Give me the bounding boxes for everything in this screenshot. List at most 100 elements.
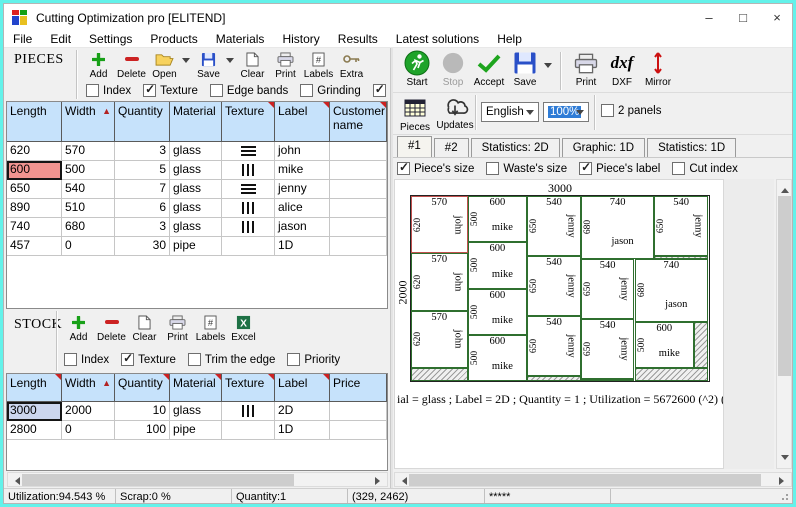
table-cell[interactable]: glass (170, 199, 222, 218)
table-cell[interactable]: 680 (62, 218, 115, 237)
table-cell[interactable]: 0 (62, 421, 115, 440)
table-cell[interactable] (222, 161, 275, 180)
cut-piece-mike[interactable]: 600500mike (468, 289, 528, 335)
column-header-texture[interactable]: Texture (222, 102, 275, 142)
table-cell[interactable] (330, 218, 387, 237)
table-cell[interactable]: glass (170, 161, 222, 180)
scrollbar-thumb[interactable] (409, 474, 761, 486)
table-cell[interactable]: glass (170, 218, 222, 237)
table-cell[interactable] (222, 180, 275, 199)
column-header-texture[interactable]: Texture (222, 374, 275, 402)
table-cell[interactable]: 510 (62, 199, 115, 218)
cut-piece-john[interactable]: 570620john (411, 311, 468, 368)
scroll-left-icon[interactable] (398, 477, 407, 485)
table-cell[interactable] (222, 237, 275, 256)
cut-piece-john[interactable]: 570620john (411, 253, 468, 310)
cut-piece-jenny[interactable]: 540650jenny (527, 316, 581, 376)
table-cell[interactable]: 2D (275, 402, 330, 421)
cut-piece-john[interactable]: 570620john (411, 196, 468, 253)
table-cell[interactable]: 3 (115, 142, 170, 161)
pieces-option-edge-bands[interactable]: Edge bands (210, 84, 288, 97)
table-cell[interactable]: 740 (7, 218, 62, 237)
accept-button[interactable]: Accept (471, 50, 507, 88)
table-cell[interactable]: pipe (170, 421, 222, 440)
stock-option-texture[interactable]: Texture (121, 353, 176, 366)
table-cell[interactable] (330, 199, 387, 218)
table-cell[interactable] (222, 142, 275, 161)
two-panels-option[interactable]: 2 panels (601, 104, 661, 117)
menu-help[interactable]: Help (488, 31, 531, 47)
tab-statistics-1d[interactable]: Statistics: 1D (647, 138, 736, 157)
stock-option-priority[interactable]: Priority (287, 353, 340, 366)
table-cell[interactable]: glass (170, 402, 222, 421)
cut-piece-jenny[interactable]: 540650jenny (527, 196, 581, 256)
menu-settings[interactable]: Settings (80, 31, 141, 47)
table-cell[interactable]: 570 (62, 142, 115, 161)
column-header-width[interactable]: Width▲ (62, 102, 115, 142)
column-header-material[interactable]: Material (170, 374, 222, 402)
pieces-option-index[interactable]: Index (86, 84, 131, 97)
solution-print-button[interactable]: Print (568, 50, 604, 88)
pieces-add-button[interactable]: Add (82, 50, 115, 80)
cut-piece-jenny[interactable]: 540650jenny (654, 196, 708, 256)
table-cell[interactable]: 0 (62, 237, 115, 256)
stock-clear-button[interactable]: Clear (128, 313, 161, 343)
solution-save-button[interactable]: Save (507, 50, 543, 88)
stock-print-button[interactable]: Print (161, 313, 194, 343)
table-cell[interactable]: 1D (275, 421, 330, 440)
resize-grip[interactable] (781, 491, 791, 501)
table-cell[interactable]: jason (275, 218, 330, 237)
table-cell[interactable] (330, 161, 387, 180)
table-cell[interactable]: 6 (115, 199, 170, 218)
column-header-length[interactable]: Length (7, 374, 62, 402)
pieces-option-texture[interactable]: Texture (143, 84, 198, 97)
table-cell[interactable]: 620 (7, 142, 62, 161)
zoom-select[interactable]: 100% (543, 102, 589, 122)
stock-option-index[interactable]: Index (64, 353, 109, 366)
cut-piece-mike[interactable]: 600500mike (468, 196, 528, 242)
pieces-delete-button[interactable]: Delete (115, 50, 148, 80)
maximize-button[interactable]: □ (726, 4, 760, 31)
language-select[interactable]: English (481, 102, 539, 122)
cut-piece-mike[interactable]: 600500mike (468, 335, 528, 381)
table-cell[interactable] (330, 180, 387, 199)
column-header-material[interactable]: Material (170, 102, 222, 142)
view-option-piece-label[interactable]: Piece's label (579, 162, 660, 175)
table-cell[interactable]: 30 (115, 237, 170, 256)
scroll-up-icon[interactable] (781, 184, 789, 193)
menu-history[interactable]: History (273, 31, 328, 47)
table-cell[interactable] (222, 199, 275, 218)
view-option-cut-index[interactable]: Cut index (672, 162, 738, 175)
table-cell[interactable]: alice (275, 199, 330, 218)
column-header-label[interactable]: Label (275, 374, 330, 402)
tab--1[interactable]: #1 (397, 136, 432, 157)
pieces-open-button[interactable]: Open (148, 50, 181, 80)
table-cell[interactable]: 457 (7, 237, 62, 256)
stop-button[interactable]: Stop (435, 50, 471, 88)
stock-option-trim-edge[interactable]: Trim the edge (188, 353, 276, 366)
pieces-option-grinding[interactable]: Grinding (300, 84, 360, 97)
table-cell[interactable]: 7 (115, 180, 170, 199)
column-header-width[interactable]: Width▲ (62, 374, 115, 402)
table-cell[interactable] (222, 218, 275, 237)
table-cell[interactable]: pipe (170, 237, 222, 256)
pieces-clear-button[interactable]: Clear (236, 50, 269, 80)
table-cell[interactable]: 500 (62, 161, 115, 180)
menu-file[interactable]: File (4, 31, 41, 47)
table-cell[interactable]: glass (170, 142, 222, 161)
tab-statistics-2d[interactable]: Statistics: 2D (471, 138, 560, 157)
close-button[interactable]: × (760, 4, 793, 31)
scroll-right-icon[interactable] (779, 477, 788, 485)
table-cell[interactable] (330, 421, 387, 440)
table-cell[interactable]: mike (275, 161, 330, 180)
scrollbar-thumb[interactable] (778, 196, 791, 376)
menu-results[interactable]: Results (329, 31, 387, 47)
stock-delete-button[interactable]: Delete (95, 313, 128, 343)
table-cell[interactable]: jenny (275, 180, 330, 199)
pieces-view-button[interactable]: Pieces (397, 95, 433, 133)
table-cell[interactable]: 3 (115, 218, 170, 237)
column-header-price[interactable]: Price (330, 374, 387, 402)
pieces-labels-button[interactable]: # Labels (302, 50, 335, 80)
scroll-down-icon[interactable] (781, 455, 789, 464)
cut-piece-jason[interactable]: 740680jason (635, 259, 709, 322)
